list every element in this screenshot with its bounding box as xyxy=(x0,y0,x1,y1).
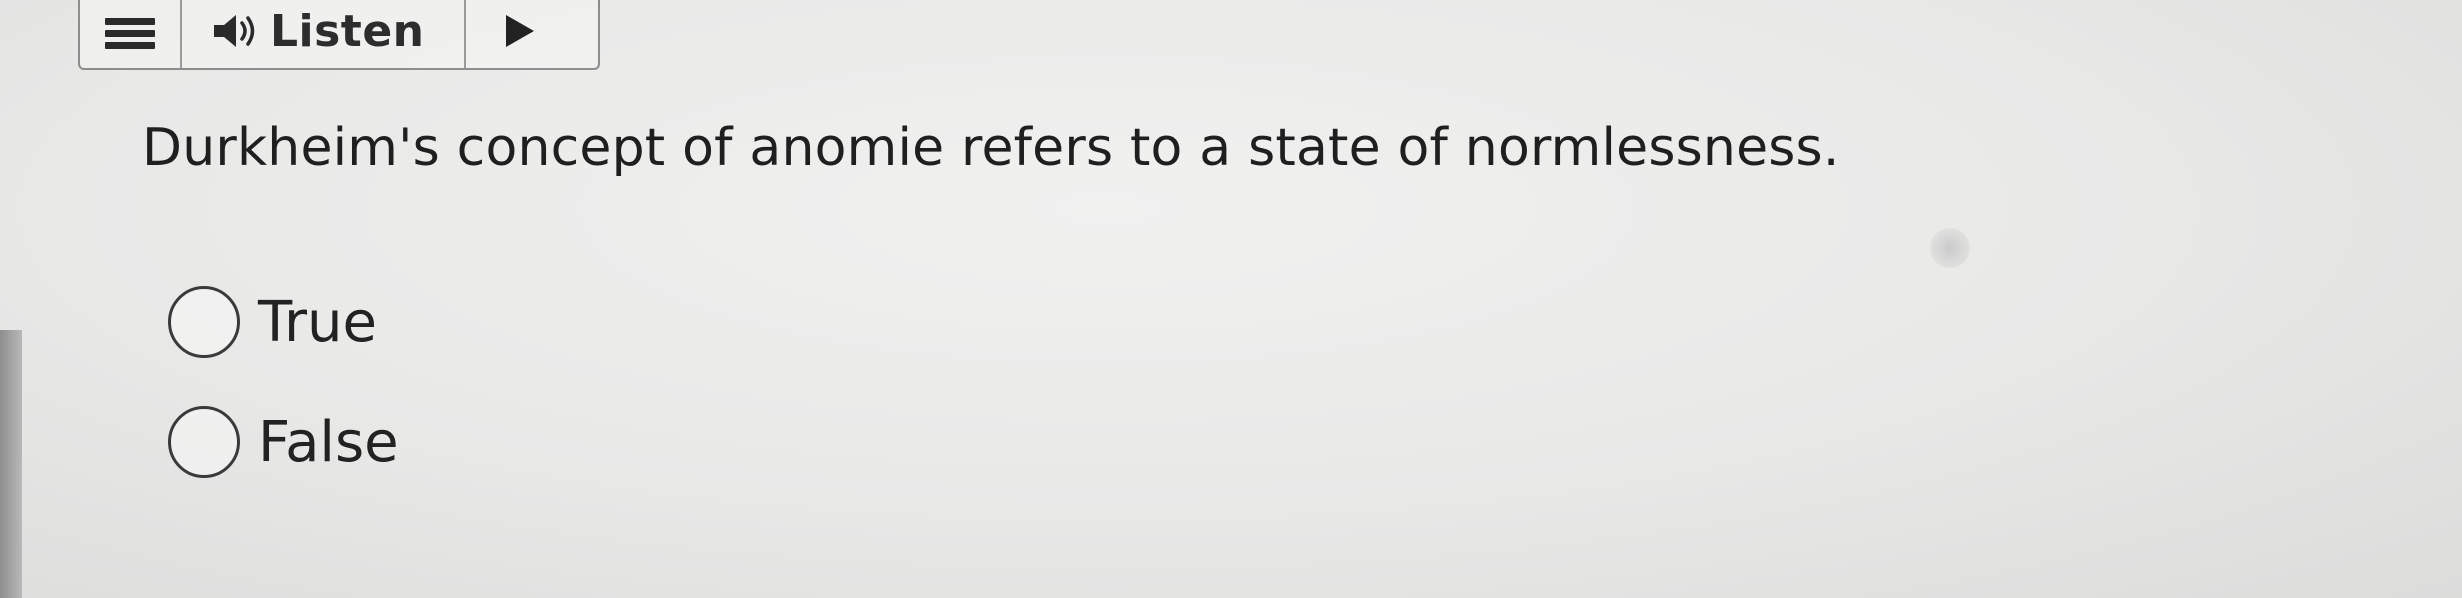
screen-smudge xyxy=(1930,228,1970,268)
radio-true[interactable] xyxy=(168,286,240,358)
listen-button[interactable]: Listen xyxy=(182,0,466,68)
option-true-label[interactable]: True xyxy=(258,290,377,355)
menu-button[interactable] xyxy=(80,0,182,68)
option-true[interactable]: True xyxy=(168,286,377,358)
option-false-label[interactable]: False xyxy=(258,410,399,475)
speaker-icon xyxy=(214,15,255,47)
play-icon xyxy=(506,15,534,47)
play-button[interactable] xyxy=(466,0,598,68)
hamburger-icon xyxy=(105,17,155,49)
option-false[interactable]: False xyxy=(168,406,399,478)
radio-false[interactable] xyxy=(168,406,240,478)
left-edge-shadow xyxy=(0,330,22,598)
listen-toolbar: Listen xyxy=(78,0,600,70)
question-text: Durkheim's concept of anomie refers to a… xyxy=(142,118,1840,178)
listen-label: Listen xyxy=(270,5,425,57)
